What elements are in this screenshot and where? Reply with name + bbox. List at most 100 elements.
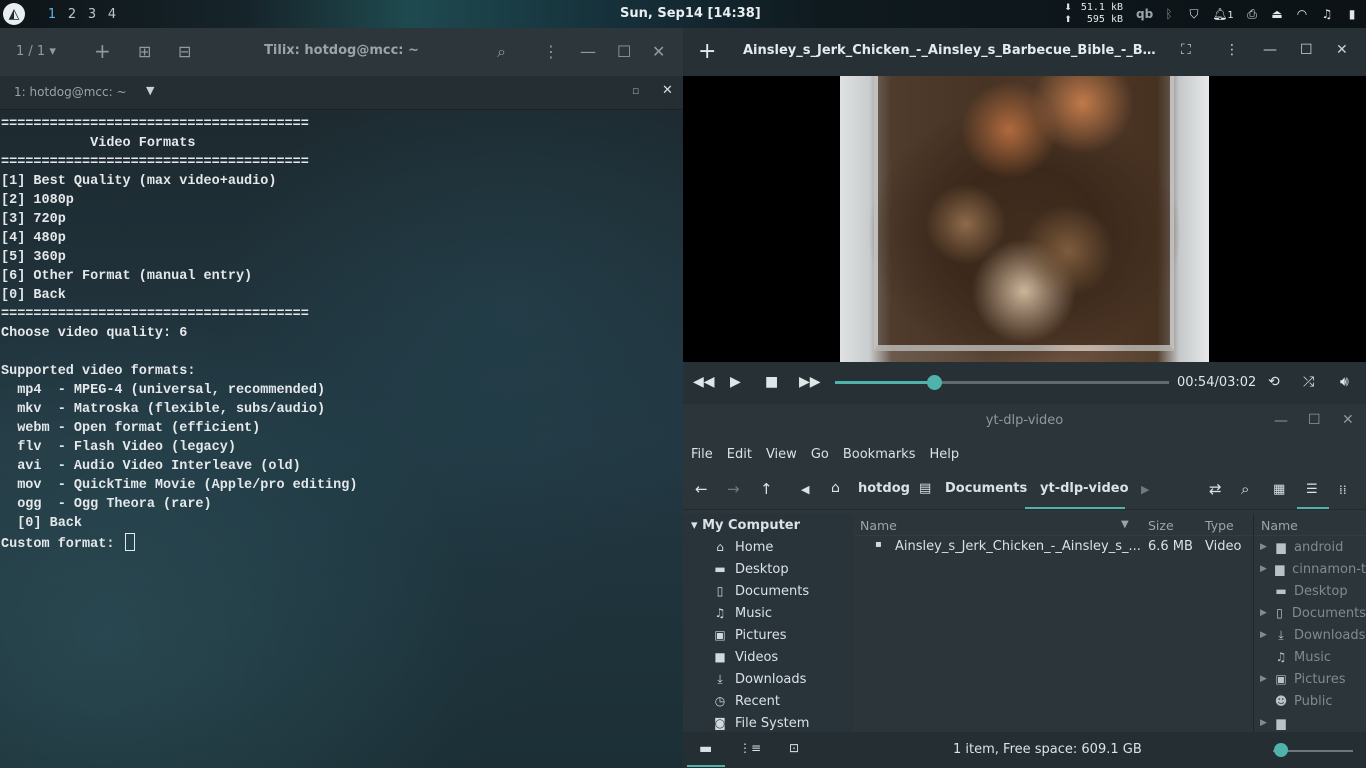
forward-icon[interactable]: → [727, 480, 740, 498]
player-close-icon[interactable]: ✕ [1336, 42, 1348, 58]
sidebar-section-header[interactable]: ▾ My Computer [683, 514, 853, 536]
places-pane-icon[interactable]: ▬ [699, 741, 712, 757]
column-size[interactable]: Size [1148, 518, 1174, 533]
sidebar-item-filesystem[interactable]: ◙ File System [683, 712, 853, 732]
video-surface[interactable] [683, 76, 1366, 362]
column-name[interactable]: Name [860, 518, 897, 533]
breadcrumb-yt-dlp-video[interactable]: yt-dlp-video [1040, 481, 1129, 496]
compact-view-icon[interactable]: ⁞⁞ [1339, 483, 1347, 497]
session-menu-chevron-icon[interactable]: ▼ [146, 84, 154, 97]
tree-item[interactable]: ▶ ⤓ Downloads [1254, 624, 1366, 646]
repeat-icon[interactable]: ⟲ [1268, 374, 1280, 390]
minimize-icon[interactable]: — [580, 42, 596, 61]
search-icon[interactable]: ⌕ [497, 42, 506, 62]
fm-titlebar[interactable]: yt-dlp-video — ☐ ✕ [683, 404, 1366, 438]
menu-icon[interactable]: ⋮ [543, 42, 559, 61]
clock[interactable]: Sun, Sep14 [14:38] [620, 6, 761, 21]
tree-item[interactable]: ♫ Music [1254, 646, 1366, 668]
menu-bookmarks[interactable]: Bookmarks [843, 447, 916, 462]
menu-view[interactable]: View [766, 447, 797, 462]
column-type[interactable]: Type [1205, 518, 1234, 533]
shuffle-icon[interactable]: ⤮ [1303, 374, 1314, 390]
breadcrumb-left-icon[interactable]: ◀ [801, 483, 809, 496]
bluetooth-icon[interactable]: ᛒ [1161, 7, 1177, 21]
sidebar-item-music[interactable]: ♫ Music [683, 602, 853, 624]
sidebar-item-videos[interactable]: ■ Videos [683, 646, 853, 668]
volume-icon[interactable]: 🔊︎ [1340, 374, 1349, 390]
seek-handle[interactable] [926, 375, 942, 390]
wifi-icon[interactable]: ◠ [1294, 7, 1310, 21]
sidebar-item-home[interactable]: ⌂ Home [683, 536, 853, 558]
back-icon[interactable]: ← [695, 480, 708, 498]
tree-pane-icon[interactable]: ⋮≡ [739, 741, 761, 755]
menu-button[interactable]: ◭ [0, 0, 28, 28]
workspace-1[interactable]: 1 [42, 7, 62, 22]
fm-close-icon[interactable]: ✕ [1342, 412, 1354, 428]
sidebar-item-downloads[interactable]: ⤓ Downloads [683, 668, 853, 690]
up-icon[interactable]: ↑ [760, 480, 773, 498]
open-file-icon[interactable]: + [698, 39, 716, 64]
workspace-2[interactable]: 2 [62, 7, 82, 22]
player-minimize-icon[interactable]: — [1263, 42, 1277, 58]
fm-maximize-icon[interactable]: ☐ [1308, 412, 1321, 428]
tree-item[interactable]: ▬ Desktop [1254, 580, 1366, 602]
tree-item[interactable]: ☻ Public [1254, 690, 1366, 712]
player-maximize-icon[interactable]: ☐ [1300, 42, 1313, 58]
menu-edit[interactable]: Edit [727, 447, 752, 462]
removable-drive-icon[interactable]: ⏏ [1269, 7, 1285, 21]
expander-arrow-icon[interactable]: ▶ [1260, 674, 1268, 684]
list-view-icon[interactable]: ☰ [1306, 482, 1318, 497]
zoom-slider-handle[interactable] [1274, 743, 1288, 757]
battery-icon[interactable]: ▮ [1344, 7, 1360, 21]
tree-item[interactable]: ▶ ▯ Documents [1254, 602, 1366, 624]
sound-icon[interactable]: ♫ [1319, 7, 1335, 21]
qbittorrent-icon[interactable]: qb [1136, 7, 1153, 21]
printer-icon[interactable]: ⎙ [1244, 7, 1260, 22]
expander-arrow-icon[interactable]: ▶ [1260, 608, 1267, 618]
fullscreen-icon[interactable]: ⛶ [1181, 42, 1191, 58]
terminal-output[interactable]: ====================================== V… [0, 111, 683, 768]
player-titlebar[interactable]: + Ainsley_s_Jerk_Chicken_-_Ainsley_s_Bar… [683, 28, 1366, 76]
shield-icon[interactable]: ⛉ [1186, 7, 1202, 22]
sidebar-item-pictures[interactable]: ▣ Pictures [683, 624, 853, 646]
sidebar-item-desktop[interactable]: ▬ Desktop [683, 558, 853, 580]
player-menu-icon[interactable]: ⋮ [1225, 42, 1239, 58]
menu-go[interactable]: Go [811, 447, 829, 462]
tree-item[interactable]: ▶ ▆ android [1254, 536, 1366, 558]
fast-forward-icon[interactable]: ▶▶ [799, 374, 821, 390]
expander-arrow-icon[interactable]: ▶ [1260, 718, 1268, 728]
breadcrumb-hotdog[interactable]: hotdog [858, 481, 910, 496]
session-close-icon[interactable]: ✕ [662, 83, 673, 98]
breadcrumb-right-icon[interactable]: ▶ [1141, 483, 1149, 496]
menu-file[interactable]: File [691, 447, 713, 462]
seek-bar[interactable] [835, 375, 1169, 390]
breadcrumb-documents[interactable]: Documents [945, 481, 1027, 496]
workspace-3[interactable]: 3 [82, 7, 102, 22]
fm-minimize-icon[interactable]: — [1274, 413, 1288, 429]
tree-column-name[interactable]: Name [1261, 518, 1298, 533]
tree-item[interactable]: ▶ ▆ [1254, 712, 1366, 732]
network-speed[interactable]: 51.1 kB 595 kB [1081, 2, 1123, 26]
session-title[interactable]: 1: hotdog@mcc: ~ [14, 85, 127, 99]
sidebar-item-documents[interactable]: ▯ Documents [683, 580, 853, 602]
icon-view-icon[interactable]: ▦ [1273, 482, 1285, 497]
menu-help[interactable]: Help [929, 447, 959, 462]
stop-icon[interactable]: ■ [765, 374, 778, 390]
play-icon[interactable]: ▶ [730, 374, 741, 390]
maximize-icon[interactable]: ☐ [617, 42, 631, 61]
rewind-icon[interactable]: ◀◀ [693, 374, 715, 390]
expander-arrow-icon[interactable]: ▶ [1260, 630, 1268, 640]
sidebar-item-recent[interactable]: ◷ Recent [683, 690, 853, 712]
expander-arrow-icon[interactable]: ▶ [1260, 542, 1268, 552]
tree-item[interactable]: ▶ ▣ Pictures [1254, 668, 1366, 690]
session-maximize-icon[interactable]: ▫ [632, 84, 639, 97]
toggle-location-icon[interactable]: ⇄ [1209, 480, 1222, 498]
fm-search-icon[interactable]: ⌕ [1241, 480, 1249, 498]
tree-item[interactable]: ▶ ▆ cinnamon-t [1254, 558, 1366, 580]
sort-chevron-icon[interactable]: ▼ [1121, 519, 1129, 530]
close-icon[interactable]: ✕ [652, 42, 665, 61]
tilix-titlebar[interactable]: 1 / 1 ▾ + ⊞ ⊟ Tilix: hotdog@mcc: ~ ⌕ ⋮ —… [0, 28, 683, 76]
notifications-icon[interactable]: 🔔︎1 [1211, 7, 1235, 21]
file-row[interactable]: ▪ Ainsley_s_Jerk_Chicken_-_Ainsley_s_...… [855, 536, 1252, 558]
expander-arrow-icon[interactable]: ▶ [1260, 564, 1267, 574]
